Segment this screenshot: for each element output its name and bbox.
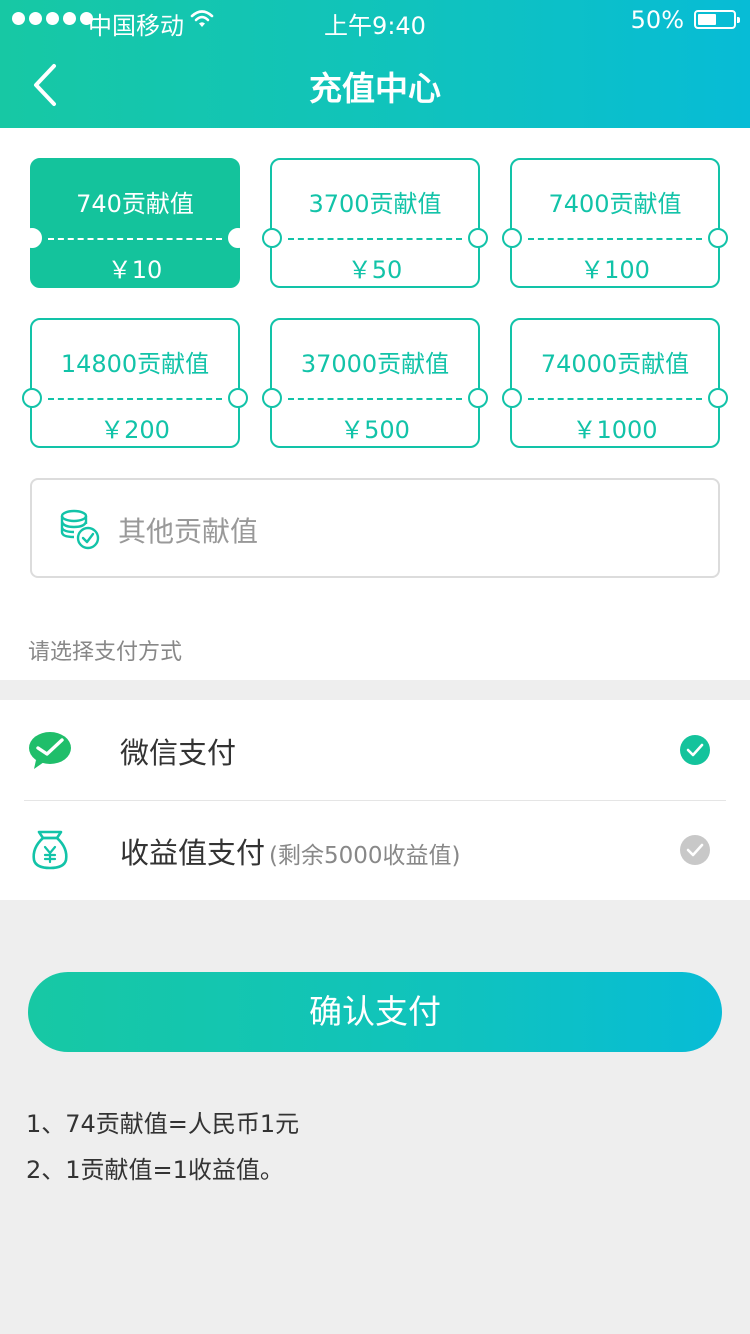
- coin-stack-icon: [60, 509, 100, 550]
- package-points: 7400贡献值: [548, 190, 682, 218]
- payment-method-list: 微信支付 收益值支付 (剩余5000收益值): [0, 700, 750, 900]
- note-line: 2、1贡献值=1收益值。: [26, 1156, 284, 1184]
- package-price: ￥50: [347, 256, 403, 284]
- package-price: ￥1000: [572, 416, 658, 444]
- rules-notes: 1、74贡献值=人民币1元 2、1贡献值=1收益值。: [26, 1106, 299, 1198]
- payment-option-label: 收益值支付 (剩余5000收益值): [120, 836, 461, 870]
- package-price: ￥500: [340, 416, 410, 444]
- confirm-pay-button[interactable]: 确认支付: [28, 972, 722, 1052]
- checked-icon[interactable]: [680, 735, 710, 765]
- other-amount-placeholder: 其他贡献值: [118, 515, 259, 548]
- package-card-37000[interactable]: 37000贡献值 ￥500: [262, 318, 488, 448]
- wechat-icon: [29, 732, 71, 769]
- battery-icon: [694, 10, 740, 29]
- note-line: 1、74贡献值=人民币1元: [26, 1110, 300, 1138]
- package-price: ￥100: [580, 256, 650, 284]
- page-title: 充值中心: [309, 69, 441, 108]
- package-card-7400[interactable]: 7400贡献值 ￥100: [502, 158, 728, 288]
- package-card-740[interactable]: 740贡献值 ￥10: [22, 158, 248, 288]
- payment-option-earnings[interactable]: 收益值支付 (剩余5000收益值): [0, 800, 750, 900]
- package-card-74000[interactable]: 74000贡献值 ￥1000: [502, 318, 728, 448]
- package-points: 14800贡献值: [60, 350, 210, 378]
- package-points: 3700贡献值: [308, 190, 442, 218]
- money-bag-icon: [32, 830, 68, 870]
- package-points: 740贡献值: [76, 190, 194, 218]
- package-card-3700[interactable]: 3700贡献值 ￥50: [262, 158, 488, 288]
- package-card-14800[interactable]: 14800贡献值 ￥200: [22, 318, 248, 448]
- earnings-balance: (剩余5000收益值): [269, 843, 461, 869]
- payment-option-wechat[interactable]: 微信支付: [0, 700, 750, 801]
- package-points: 74000贡献值: [540, 350, 690, 378]
- payment-option-label: 微信支付: [120, 736, 237, 770]
- package-price: ￥200: [100, 416, 170, 444]
- status-bar: 中国移动 上午9:40 50%: [0, 0, 750, 40]
- other-amount-input[interactable]: 其他贡献值: [30, 478, 720, 578]
- top-header: 中国移动 上午9:40 50% 充值中心: [0, 0, 750, 128]
- battery-percent: 50%: [630, 6, 684, 34]
- package-points: 37000贡献值: [300, 350, 450, 378]
- recharge-panel: 740贡献值 ￥10 3700贡献值 ￥50 7400贡献值 ￥100 1480…: [0, 128, 750, 680]
- payment-hint: 请选择支付方式: [28, 640, 183, 665]
- check-icon[interactable]: [680, 835, 710, 865]
- package-price: ￥10: [107, 256, 163, 284]
